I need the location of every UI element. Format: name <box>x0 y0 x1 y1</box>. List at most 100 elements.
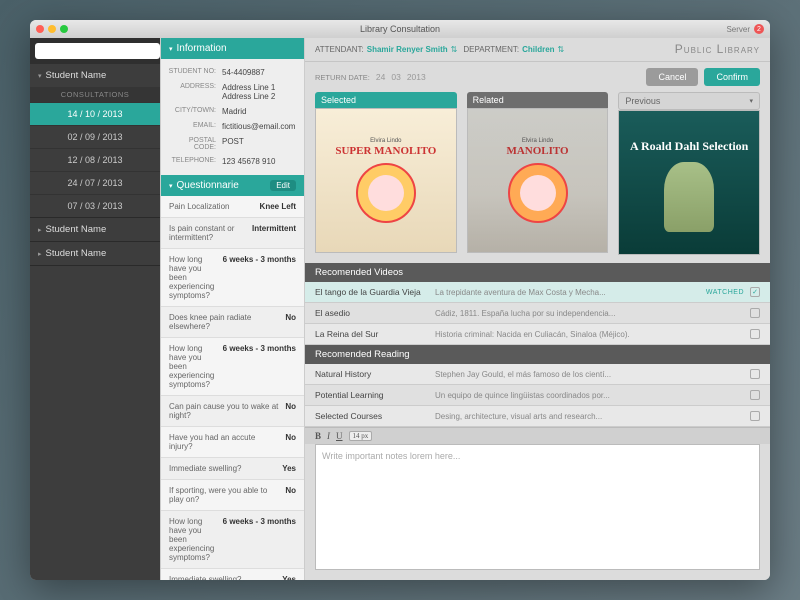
reading-header: Recomended Reading <box>305 345 770 364</box>
answer-text: No <box>285 486 296 504</box>
video-checkbox[interactable] <box>750 308 760 318</box>
cover-illustration-icon <box>508 163 568 223</box>
video-desc: Historia criminal: Nacida en Culiacán, S… <box>435 330 744 339</box>
question-text: Pain Localization <box>169 202 260 211</box>
video-title: La Reina del Sur <box>315 329 435 339</box>
video-checkbox[interactable] <box>750 329 760 339</box>
sidebar-group-header[interactable]: Student Name <box>30 218 160 241</box>
sidebar-item[interactable]: 02 / 09 / 2013 <box>30 125 160 148</box>
sort-icon[interactable]: ⇅ <box>451 45 458 54</box>
video-title: El tango de la Guardia Vieja <box>315 287 435 297</box>
edit-button[interactable]: Edit <box>270 180 296 191</box>
reading-title: Natural History <box>315 369 435 379</box>
return-date-label: RETURN DATE: <box>315 73 370 82</box>
search-input[interactable] <box>35 43 160 59</box>
questionnaire-header[interactable]: Questionnarie Edit <box>161 175 304 196</box>
info-label: Telephone: <box>167 157 222 166</box>
info-value: 54-4409887 <box>222 68 298 77</box>
book-author: Elvira Lindo <box>522 138 553 144</box>
answer-text: Yes <box>282 464 296 473</box>
reading-checkbox[interactable] <box>750 411 760 421</box>
answer-text: Knee Left <box>260 202 296 211</box>
book-title: A Roald Dahl Selection <box>624 134 754 158</box>
video-row[interactable]: El asedioCádiz, 1811. España lucha por s… <box>305 303 770 324</box>
sidebar-item[interactable]: 14 / 10 / 2013 <box>30 102 160 125</box>
app-window: Library Consultation Server 2 🔍 Student … <box>30 20 770 580</box>
reading-title: Potential Learning <box>315 390 435 400</box>
info-value: fictitious@email.com <box>222 122 298 131</box>
question-text: Can pain cause you to wake at night? <box>169 402 285 420</box>
cover-header-selected: Selected <box>315 92 457 108</box>
return-date-day[interactable]: 24 <box>376 72 385 82</box>
video-desc: Cádiz, 1811. España lucha por su indepen… <box>435 309 744 318</box>
bold-button[interactable]: B <box>315 431 321 441</box>
questionnaire-row: If sporting, were you able to play on?No <box>161 480 304 511</box>
video-checkbox[interactable]: ✓ <box>750 287 760 297</box>
reading-checkbox[interactable] <box>750 369 760 379</box>
questionnaire-row: Immediate swelling?Yes <box>161 458 304 480</box>
reading-row[interactable]: Natural HistoryStephen Jay Gould, el más… <box>305 364 770 385</box>
info-label: City/Town: <box>167 107 222 116</box>
answer-text: Intermittent <box>252 224 296 242</box>
sidebar-item[interactable]: 07 / 03 / 2013 <box>30 194 160 217</box>
question-text: How long have you been experiencing symp… <box>169 344 223 389</box>
info-label: Email: <box>167 122 222 131</box>
underline-button[interactable]: U <box>336 431 343 441</box>
book-cover[interactable]: Elvira Lindo SUPER MANOLITO <box>315 108 457 253</box>
answer-text: Yes <box>282 575 296 580</box>
question-text: Immediate swelling? <box>169 464 282 473</box>
questionnaire-row: Is pain constant or intermittent?Intermi… <box>161 218 304 249</box>
reading-checkbox[interactable] <box>750 390 760 400</box>
attendant-label: ATTENDANT: <box>315 45 364 54</box>
video-desc: La trepidante aventura de Max Costa y Me… <box>435 288 706 297</box>
sidebar-group-header[interactable]: Student Name <box>30 242 160 265</box>
book-cover[interactable]: Elvira Lindo MANOLITO <box>467 108 609 253</box>
notes-editor[interactable]: Write important notes lorem here... <box>315 444 760 570</box>
question-text: Does knee pain radiate elsewhere? <box>169 313 285 331</box>
titlebar: Library Consultation Server 2 <box>30 20 770 38</box>
video-row[interactable]: El tango de la Guardia ViejaLa trepidant… <box>305 282 770 303</box>
question-text: How long have you been experiencing symp… <box>169 255 223 300</box>
italic-button[interactable]: I <box>327 431 330 441</box>
reading-row[interactable]: Selected CoursesDesing, architecture, vi… <box>305 406 770 427</box>
cover-illustration-icon <box>356 163 416 223</box>
questionnaire-row: Can pain cause you to wake at night?No <box>161 396 304 427</box>
video-row[interactable]: La Reina del SurHistoria criminal: Nacid… <box>305 324 770 345</box>
info-panel: Information Student No:54-4409887 Addres… <box>160 38 305 580</box>
info-value: Address Line 1 Address Line 2 <box>222 83 298 101</box>
info-value: POST <box>222 137 298 151</box>
answer-text: No <box>285 433 296 451</box>
sort-icon[interactable]: ⇅ <box>558 45 565 54</box>
return-date-month[interactable]: 03 <box>391 72 400 82</box>
attendant-value[interactable]: Shamir Renyer Smith <box>367 45 448 54</box>
topbar: ATTENDANT: Shamir Renyer Smith⇅ DEPARTME… <box>305 38 770 62</box>
brand-label: Public Library <box>675 42 760 57</box>
info-header[interactable]: Information <box>161 38 304 59</box>
sidebar-item[interactable]: 12 / 08 / 2013 <box>30 148 160 171</box>
window-title: Library Consultation <box>30 24 770 34</box>
sidebar-item[interactable]: 24 / 07 / 2013 <box>30 171 160 194</box>
reading-desc: Desing, architecture, visual arts and re… <box>435 412 750 421</box>
videos-header: Recomended Videos <box>305 263 770 282</box>
return-date-year[interactable]: 2013 <box>407 72 426 82</box>
book-author: Elvira Lindo <box>370 138 401 144</box>
book-title: SUPER MANOLITO <box>335 146 436 157</box>
editor-toolbar: B I U 14 px <box>305 427 770 444</box>
info-label: Address: <box>167 83 222 101</box>
book-cover[interactable]: A Roald Dahl Selection <box>618 110 760 255</box>
info-label: Student No: <box>167 68 222 77</box>
department-value[interactable]: Children <box>522 45 554 54</box>
chevron-down-icon: ▾ <box>750 97 754 105</box>
reading-row[interactable]: Potential LearningUn equipo de quince li… <box>305 385 770 406</box>
questionnaire-row: Immediate swelling?Yes <box>161 569 304 580</box>
question-text: How long have you been experiencing symp… <box>169 517 223 562</box>
fontsize-select[interactable]: 14 px <box>349 431 373 441</box>
cover-header-previous-dropdown[interactable]: Previous ▾ <box>618 92 760 110</box>
video-status: WATCHED <box>706 289 744 296</box>
confirm-button[interactable]: Confirm <box>704 68 760 86</box>
cancel-button[interactable]: Cancel <box>646 68 698 86</box>
questionnaire-row: How long have you been experiencing symp… <box>161 249 304 307</box>
sidebar-group-header[interactable]: Student Name <box>30 64 160 87</box>
question-text: Immediate swelling? <box>169 575 282 580</box>
answer-text: 6 weeks - 3 months <box>223 517 296 562</box>
